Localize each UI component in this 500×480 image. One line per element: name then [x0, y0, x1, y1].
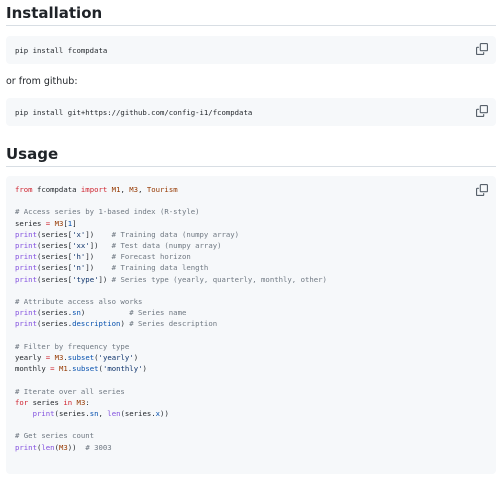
- pip-install-code-block: pip install fcompdata: [6, 36, 496, 64]
- code-line: yearly = M3.subset('yearly'): [15, 353, 139, 363]
- copy-icon[interactable]: [476, 105, 488, 117]
- code-line: print(series['h']) # Forecast horizon: [15, 252, 191, 262]
- code-comment: # Access series by 1-based index (R-styl…: [15, 207, 200, 217]
- code-line: print(series.sn) # Series name: [15, 308, 187, 318]
- code-line: print(series.description) # Series descr…: [15, 319, 218, 329]
- code-line: print(series['n']) # Training data lengt…: [15, 263, 209, 273]
- code-comment: # Filter by frequency type: [15, 341, 130, 351]
- code-comment: # Get series count: [15, 431, 95, 441]
- code-line: print(series.sn, len(series.x)): [32, 409, 169, 419]
- usage-code-block: from fcompdata import M1, M3, Tourism # …: [6, 176, 496, 474]
- code-line: print(series['type']) # Series type (yea…: [15, 274, 327, 284]
- installation-divider: [6, 25, 496, 26]
- code-line: from fcompdata import M1, M3, Tourism: [15, 185, 178, 194]
- installation-heading: Installation: [6, 4, 103, 22]
- github-install-code-block: pip install git+https://github.com/confi…: [6, 98, 496, 126]
- usage-heading: Usage: [6, 145, 59, 163]
- copy-icon[interactable]: [476, 184, 488, 196]
- code-line: print(series['xx']) # Test data (numpy a…: [15, 241, 222, 251]
- github-intro-text: or from github:: [6, 76, 78, 87]
- code-comment: # Attribute access also works: [15, 297, 143, 307]
- code-line: series = M3[1]: [15, 218, 77, 228]
- usage-code[interactable]: from fcompdata import M1, M3, Tourism # …: [15, 184, 327, 453]
- code-comment: # Iterate over all series: [15, 386, 125, 396]
- github-install-command[interactable]: pip install git+https://github.com/confi…: [15, 107, 252, 118]
- code-line: for series in M3:: [15, 397, 90, 407]
- code-line: monthly = M1.subset('monthly'): [15, 364, 147, 374]
- code-line: print(len(M3)) # 3003: [15, 442, 112, 452]
- copy-icon[interactable]: [476, 43, 488, 55]
- pip-install-command[interactable]: pip install fcompdata: [15, 45, 107, 56]
- usage-divider: [6, 166, 496, 167]
- code-line: print(series['x']) # Training data (nump…: [15, 229, 240, 239]
